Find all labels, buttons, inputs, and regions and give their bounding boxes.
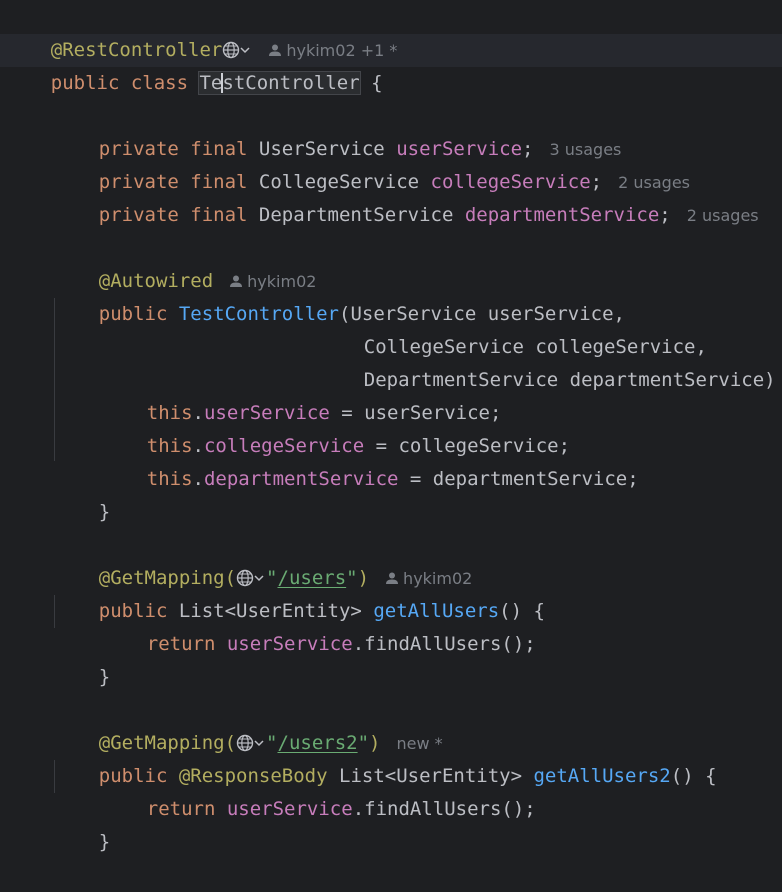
keyword-private-final: private final [98, 204, 259, 226]
field-department-service[interactable]: departmentService [465, 204, 659, 226]
code-line-14: this.departmentService = departmentServi… [101, 430, 639, 490]
method-params: () { [670, 765, 717, 787]
code-line-1: @RestController hykim02 +1 * [5, 1, 398, 61]
constructor-name[interactable]: TestController [179, 303, 339, 325]
code-line-2: public class TestController { [5, 34, 383, 95]
code-line-6: private final DepartmentService departme… [53, 166, 759, 226]
code-line-13: this.collegeService = collegeService; [101, 397, 570, 457]
code-editor[interactable]: @RestController hykim02 +1 * public class… [0, 0, 782, 853]
method-get-all-users2[interactable]: getAllUsers2 [533, 765, 670, 787]
field-user-service[interactable]: userService [227, 633, 353, 655]
usages-hint[interactable]: 2 usages [687, 206, 759, 225]
type-name[interactable]: DepartmentService [259, 204, 465, 226]
code-line-12: this.userService = userService; [101, 364, 502, 424]
semicolon: ; [659, 204, 671, 226]
code-line-9: public TestController(UserService userSe… [53, 265, 625, 325]
code-line-25: } [53, 793, 110, 853]
keyword-public-class: public class [50, 72, 200, 94]
keyword-this: this [146, 468, 193, 490]
close-brace: } [98, 831, 111, 853]
close-brace: } [98, 666, 111, 688]
keyword-return: return [146, 633, 227, 655]
field-user-service[interactable]: userService [227, 798, 353, 820]
dot: . [192, 468, 204, 490]
class-name-part-b: stController [222, 72, 360, 94]
code-line-20: } [53, 628, 110, 688]
code-line-17: @GetMapping("/users") hykim02 [53, 529, 473, 589]
code-line-22: @GetMapping("/users2") new * [53, 694, 443, 754]
class-name[interactable]: TestController [198, 71, 361, 95]
code-line-8: @Autowired hykim02 [53, 232, 317, 292]
method-call: .findAllUsers(); [352, 633, 536, 655]
class-name-part-a: Te [199, 72, 223, 94]
open-brace: { [359, 72, 383, 94]
code-line-23: public @ResponseBody List<UserEntity> ge… [53, 727, 717, 787]
code-line-19: return userService.findAllUsers(); [101, 595, 536, 655]
assignment: = departmentService; [398, 468, 639, 490]
field-department-service[interactable]: departmentService [204, 468, 398, 490]
keyword-public: public [98, 303, 179, 325]
code-line-18: public List<UserEntity> getAllUsers() { [53, 562, 545, 622]
close-brace: } [98, 501, 111, 523]
code-line-10: CollegeService collegeService, [318, 298, 707, 358]
method-call: .findAllUsers(); [352, 798, 536, 820]
code-line-11: DepartmentService departmentService) { [318, 331, 782, 391]
code-line-15: } [53, 463, 110, 523]
keyword-return: return [146, 798, 227, 820]
code-line-24: return userService.findAllUsers(); [101, 760, 536, 820]
code-line-5: private final CollegeService collegeServ… [53, 133, 690, 193]
code-line-4: private final UserService userService; 3 … [53, 100, 622, 160]
